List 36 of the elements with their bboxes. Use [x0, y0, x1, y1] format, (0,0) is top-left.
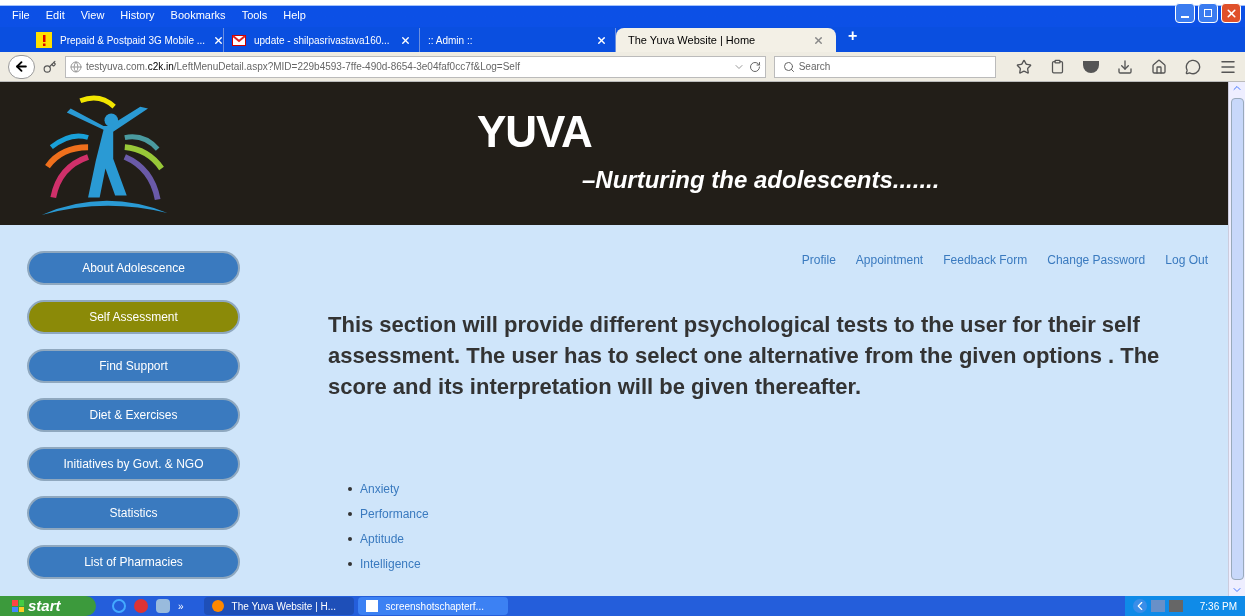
- more-icon[interactable]: »: [178, 598, 184, 614]
- test-link[interactable]: Anxiety: [360, 480, 400, 498]
- new-tab-button[interactable]: +: [836, 24, 870, 52]
- nav-link[interactable]: Profile: [801, 251, 836, 269]
- site-title: YUVA: [477, 109, 593, 154]
- sidebar-button[interactable]: Statistics: [27, 496, 240, 530]
- sidebar-button[interactable]: Initiatives by Govt. & NGO: [27, 447, 240, 481]
- sidebar-button[interactable]: Self Assessment: [27, 300, 240, 334]
- site-tagline: –Nurturing the adolescents.......: [582, 164, 940, 195]
- sidebar-button[interactable]: Find Support: [27, 349, 240, 383]
- menu-item[interactable]: Edit: [45, 6, 65, 23]
- nav-link[interactable]: Log Out: [1165, 251, 1208, 269]
- menu-item[interactable]: Bookmarks: [170, 6, 226, 23]
- start-button[interactable]: start: [0, 596, 96, 616]
- menu-item[interactable]: Tools: [241, 6, 268, 23]
- address-field[interactable]: testyuva.com.c2k.in/LeftMenuDetail.aspx?MID=229b4593-7ffe-490d-8654-3e04faf0cc7f&Log=Self: [64, 55, 766, 78]
- test-link[interactable]: Aptitude: [360, 530, 405, 548]
- menu-item[interactable]: History: [120, 6, 155, 23]
- test-link[interactable]: Intelligence: [360, 555, 421, 573]
- taskbar-window-button[interactable]: The Yuva Website | H...: [203, 597, 354, 615]
- test-link[interactable]: Performance: [360, 505, 429, 523]
- menu-item[interactable]: File: [12, 6, 30, 23]
- nav-link[interactable]: Appointment: [855, 251, 924, 269]
- menu-item[interactable]: View: [80, 6, 105, 23]
- menu-item[interactable]: Help: [283, 6, 306, 23]
- nav-link[interactable]: Change Password: [1047, 251, 1146, 269]
- intro-paragraph: This section will provide different psychological tests to the user for their self assessment. The user has to select one alternative from the given options . The score and its interpretation will be given thereafter.: [328, 311, 1161, 401]
- sidebar-button[interactable]: About Adolescence: [27, 251, 240, 285]
- sidebar-button[interactable]: Diet & Exercises: [27, 398, 240, 432]
- url-text: testyuva.com.c2k.in/LeftMenuDetail.aspx?MID=229b4593-7ffe-490d-8654-3e04faf0cc7f&Log=Self: [85, 60, 521, 74]
- clock: 7:36 PM: [1199, 599, 1237, 614]
- taskbar-window-button[interactable]: screenshotschapterf...: [357, 597, 508, 615]
- browser-tab[interactable]: The Yuva Website | Home: [616, 28, 836, 52]
- nav-link[interactable]: Feedback Form: [943, 251, 1028, 269]
- search-field[interactable]: Search: [773, 55, 996, 78]
- sidebar-button[interactable]: List of Pharmacies: [27, 545, 240, 579]
